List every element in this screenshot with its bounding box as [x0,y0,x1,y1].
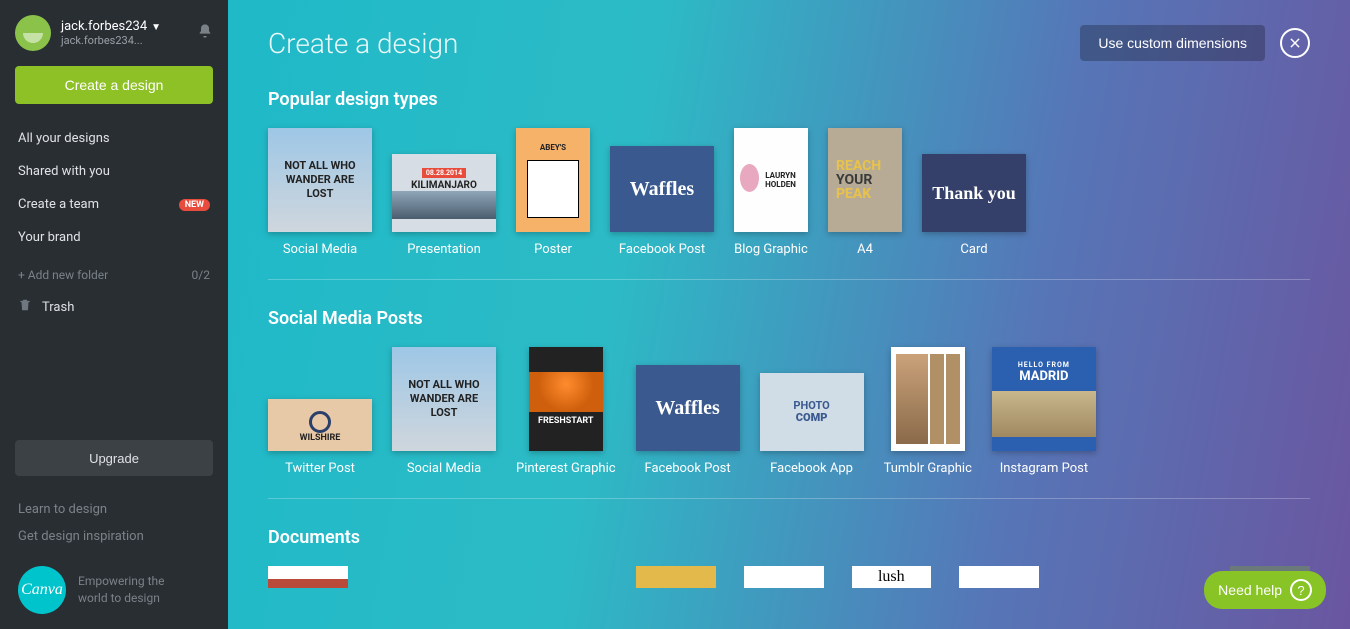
brand-tagline: Empowering the world to design [78,573,165,607]
help-icon: ? [1290,579,1312,601]
design-twitter-post[interactable]: WILSHIRETwitter Post [268,399,372,476]
document-thumb[interactable] [636,566,716,588]
design-card[interactable]: Thank youCard [922,154,1026,257]
brand-row: Canva Empowering the world to design [0,550,228,614]
design-facebook-post-2[interactable]: WafflesFacebook Post [636,365,740,476]
page-title: Create a design [268,27,458,60]
user-name: jack.forbes234 [61,19,147,34]
document-thumb[interactable] [959,566,1039,588]
user-sub: jack.forbes234... [61,34,161,47]
popular-row: NOT ALL WHO WANDER ARE LOSTSocial Media … [268,128,1310,279]
trash-label: Trash [42,300,74,315]
documents-row: lush [268,566,1310,588]
close-icon[interactable] [1280,28,1310,58]
inspiration-link[interactable]: Get design inspiration [0,523,228,550]
design-blog-graphic[interactable]: LAURYN HOLDENBlog Graphic [734,128,808,257]
nav-your-brand[interactable]: Your brand [0,221,228,254]
divider [268,498,1310,499]
sidebar: jack.forbes234 ▼ jack.forbes234... Create… [0,0,228,629]
design-presentation[interactable]: 08.28.2014KILIMANJAROPresentation [392,154,496,257]
nav-all-your-designs[interactable]: All your designs [0,122,228,155]
main-content: Create a design Use custom dimensions Po… [228,0,1350,629]
design-tumblr-graphic[interactable]: Tumblr Graphic [884,347,972,476]
design-poster[interactable]: ABEY'SPoster [516,128,590,257]
add-folder-label: + Add new folder [18,268,108,282]
design-facebook-post[interactable]: WafflesFacebook Post [610,146,714,257]
design-instagram-post[interactable]: HELLO FROMMADRIDInstagram Post [992,347,1096,476]
document-thumb[interactable] [268,566,348,588]
social-row: WILSHIRETwitter Post NOT ALL WHO WANDER … [268,347,1310,498]
help-label: Need help [1218,582,1282,598]
document-thumb[interactable] [744,566,824,588]
nav-label: Create a team [18,197,99,212]
section-popular-title: Popular design types [268,89,1310,110]
learn-link[interactable]: Learn to design [0,496,228,523]
create-design-button[interactable]: Create a design [15,66,213,104]
new-badge: NEW [179,199,210,211]
document-thumb[interactable]: lush [852,566,932,588]
upgrade-button[interactable]: Upgrade [15,440,213,476]
nav-create-a-team[interactable]: Create a team NEW [0,188,228,221]
folder-count: 0/2 [192,268,210,282]
user-info: jack.forbes234 ▼ jack.forbes234... [61,19,161,48]
divider [268,279,1310,280]
design-pinterest-graphic[interactable]: FRESHSTARTPinterest Graphic [516,347,616,476]
top-row: Create a design Use custom dimensions [268,25,1310,61]
brand-logo: Canva [18,566,66,614]
user-row[interactable]: jack.forbes234 ▼ jack.forbes234... [0,15,228,66]
nav: All your designs Shared with you Create … [0,122,228,254]
nav-shared-with-you[interactable]: Shared with you [0,155,228,188]
avatar [15,15,51,51]
trash-icon [18,298,32,316]
chevron-down-icon[interactable]: ▼ [151,22,161,33]
section-social-title: Social Media Posts [268,308,1310,329]
design-social-media[interactable]: NOT ALL WHO WANDER ARE LOSTSocial Media [268,128,372,257]
add-folder-row[interactable]: + Add new folder 0/2 [0,254,228,292]
trash-row[interactable]: Trash [0,292,228,322]
design-social-media-2[interactable]: NOT ALL WHO WANDER ARE LOSTSocial Media [392,347,496,476]
bell-icon[interactable] [197,23,213,43]
design-a4[interactable]: REACHYOURPEAKA4 [828,128,902,257]
need-help-button[interactable]: Need help ? [1204,571,1326,609]
design-facebook-app[interactable]: PHOTOCOMPFacebook App [760,373,864,476]
custom-dimensions-button[interactable]: Use custom dimensions [1080,25,1265,61]
section-documents-title: Documents [268,527,1310,548]
